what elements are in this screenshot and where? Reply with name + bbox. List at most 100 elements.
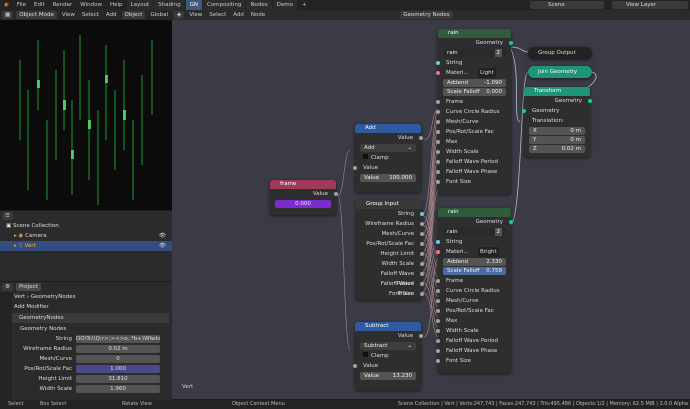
properties-tabs[interactable]	[0, 292, 12, 400]
addend-field[interactable]: Addend -1.090	[443, 79, 506, 87]
menu-render[interactable]: Render	[49, 0, 77, 10]
group-input-node[interactable]: Group Input String Wireframe Radius Mesh/C…	[356, 200, 424, 300]
viewport-menu-object[interactable]: Object	[121, 11, 146, 19]
outliner-item-vert[interactable]: ▸ ▽ Vert 👁	[0, 241, 172, 251]
output-socket[interactable]	[420, 222, 424, 226]
viewport-menu-add[interactable]: Add	[104, 12, 119, 18]
visibility-eye-icon[interactable]: 👁	[159, 231, 166, 241]
operation-select[interactable]: Add ⌄	[360, 144, 416, 152]
rain-node-2[interactable]: rain Geometry rain 2 String Materi... Brig…	[436, 208, 513, 373]
input-socket[interactable]	[436, 240, 440, 244]
output-socket[interactable]	[419, 136, 423, 140]
input-socket[interactable]	[436, 130, 440, 134]
clamp-checkbox[interactable]: Clamp	[355, 351, 421, 361]
viewport[interactable]: ▦ Object Mode View Select Add Object Glo…	[0, 10, 172, 210]
input-socket[interactable]	[436, 61, 440, 65]
viewport-menu-select[interactable]: Select	[80, 12, 101, 18]
properties-type-icon[interactable]: ⚙	[2, 283, 13, 291]
output-socket[interactable]	[509, 41, 513, 45]
outliner-type-icon[interactable]: ☰	[2, 212, 13, 220]
input-socket[interactable]	[436, 349, 440, 353]
add-modifier-button[interactable]: Add Modifier	[0, 302, 172, 312]
input-value[interactable]: 31.810	[76, 374, 160, 383]
translation-y[interactable]: Y 0 m	[529, 136, 585, 144]
group-selector[interactable]: rain 2	[443, 228, 506, 236]
input-value[interactable]: 1.000	[76, 364, 160, 373]
translation-z[interactable]: Z 0.02 m	[529, 145, 585, 153]
input-socket[interactable]	[436, 279, 440, 283]
project-tab[interactable]: Project	[15, 283, 41, 291]
tab-compositing[interactable]: Compositing	[202, 0, 246, 10]
input-socket[interactable]	[436, 160, 440, 164]
input-socket[interactable]	[436, 299, 440, 303]
input-socket[interactable]	[436, 170, 440, 174]
add-node[interactable]: Add Value Add ⌄ Clamp Value Value 100.000	[353, 124, 423, 192]
transform-node[interactable]: Transform Geometry Geometry Translation:…	[522, 87, 592, 157]
input-socket[interactable]	[353, 364, 357, 368]
output-socket[interactable]	[509, 220, 513, 224]
output-socket[interactable]	[420, 282, 424, 286]
tab-gn[interactable]: GN	[185, 0, 202, 10]
tab-nodes[interactable]: Nodes	[246, 0, 272, 10]
view-layer-selector[interactable]: View Layer	[612, 1, 688, 9]
input-socket[interactable]	[436, 71, 440, 75]
output-socket[interactable]	[420, 242, 424, 246]
scale-falloff-field[interactable]: Scale Falloff 0.000	[443, 88, 506, 96]
frame-node[interactable]: frame Value 0.000	[270, 180, 338, 215]
input-socket[interactable]	[436, 319, 440, 323]
modifier-header[interactable]: GeometryNodes	[3, 313, 169, 323]
tab-shading[interactable]: Shading	[154, 0, 185, 10]
input-value[interactable]: 0	[76, 354, 160, 363]
visibility-eye-icon[interactable]: 👁	[159, 241, 166, 251]
output-socket[interactable]	[420, 252, 424, 256]
input-socket[interactable]	[436, 140, 440, 144]
group-output-node[interactable]: Group Output	[528, 47, 592, 59]
tab-demo[interactable]: Demo	[272, 0, 298, 10]
input-socket[interactable]	[436, 359, 440, 363]
output-socket[interactable]	[420, 292, 424, 296]
addend-field[interactable]: Addend 2.330	[443, 258, 506, 266]
blender-logo-icon[interactable]: ◉	[0, 0, 13, 10]
output-socket[interactable]	[420, 262, 424, 266]
scale-falloff-field[interactable]: Scale Falloff 0.758	[443, 267, 506, 275]
value-field[interactable]: Value 13.230	[360, 372, 416, 380]
input-socket[interactable]	[522, 109, 526, 113]
input-socket[interactable]	[436, 100, 440, 104]
value-field[interactable]: Value 100.000	[360, 174, 416, 182]
menu-help[interactable]: Help	[106, 0, 127, 10]
input-socket[interactable]	[353, 166, 357, 170]
viewport-menu-view[interactable]: View	[60, 12, 77, 18]
translation-x[interactable]: X 0 m	[529, 127, 585, 135]
group-selector[interactable]: rain 2	[443, 49, 506, 57]
material-field[interactable]: Light	[478, 68, 496, 78]
mode-select[interactable]: Object Mode	[16, 11, 57, 19]
output-socket[interactable]	[420, 212, 424, 216]
input-socket[interactable]	[436, 120, 440, 124]
material-field[interactable]: Bright	[478, 247, 499, 257]
outliner-item-camera[interactable]: ▸ ◉ Camera 👁	[0, 231, 172, 241]
menu-window[interactable]: Window	[76, 0, 106, 10]
rain-node-1[interactable]: rain Geometry rain 2 String Materi... Ligh…	[436, 29, 513, 194]
menu-file[interactable]: File	[13, 0, 30, 10]
orientation-select[interactable]: Global	[148, 12, 170, 18]
input-value[interactable]: 1.960	[76, 384, 160, 393]
input-socket[interactable]	[436, 250, 440, 254]
tab-layout[interactable]: Layout	[126, 0, 154, 10]
output-socket[interactable]	[420, 272, 424, 276]
node-group-select[interactable]: Geometry Nodes	[0, 324, 172, 334]
input-socket[interactable]	[436, 339, 440, 343]
subtract-node[interactable]: Subtract Value Subtract ⌄ Clamp Value Val…	[353, 322, 423, 390]
input-socket[interactable]	[436, 110, 440, 114]
input-socket[interactable]	[436, 180, 440, 184]
add-workspace-icon[interactable]: +	[298, 0, 311, 10]
clamp-checkbox[interactable]: Clamp	[355, 153, 421, 163]
outliner-scene-collection[interactable]: ▣ Scene Collection	[0, 221, 172, 231]
output-socket[interactable]	[334, 192, 338, 196]
input-socket[interactable]	[436, 309, 440, 313]
output-socket[interactable]	[419, 334, 423, 338]
scene-selector[interactable]: Scene	[530, 1, 604, 9]
editor-type-icon[interactable]: ▦	[2, 11, 14, 19]
input-value[interactable]: 0.02 m	[76, 344, 160, 353]
output-socket[interactable]	[588, 99, 592, 103]
menu-edit[interactable]: Edit	[30, 0, 49, 10]
